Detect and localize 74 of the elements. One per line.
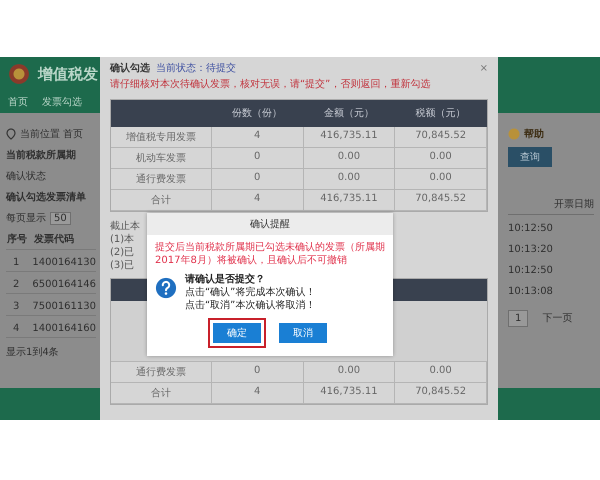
table-cell-text: 10:13:08: [508, 285, 554, 299]
question-text: 请确认是否提交？: [185, 273, 266, 286]
breadcrumb: 当前位置 首页: [20, 128, 84, 141]
location-pin-icon: [6, 128, 16, 140]
table-cell: 合计: [111, 383, 212, 404]
table-cell: 416,735.11: [304, 127, 396, 148]
pager-button[interactable]: 1: [508, 310, 528, 326]
column-header: 发票代码: [34, 232, 74, 246]
column-header: 份数（份）: [212, 100, 304, 127]
nav-item[interactable]: 发票勾选: [42, 95, 82, 109]
table-cell: 机动车发票: [111, 148, 212, 169]
column-header: 金额（元）: [304, 100, 396, 127]
table-cell: 0: [212, 362, 304, 383]
table-cell: 通行费发票: [111, 169, 212, 190]
table-cell: 70,845.52: [395, 383, 487, 404]
table-cell: 0.00: [395, 169, 487, 190]
app-title: 增值税发: [38, 64, 98, 84]
warning-text: 提交后当前税款所属期已勾选未确认的发票（所属期2017年8月）将被确认，且确认后不可撤销: [155, 241, 385, 267]
table-cell-text: 1: [12, 257, 20, 268]
instruction-text: 点击“取消”本次确认将取消！: [185, 299, 316, 312]
emblem-icon: [8, 63, 30, 85]
list-title: 确认勾选发票清单: [6, 190, 87, 204]
table-cell: 1400164160: [32, 323, 96, 334]
table-cell-text: 3: [12, 301, 20, 312]
status-label: 确认状态: [6, 170, 47, 183]
table-cell: 4: [212, 190, 304, 211]
help-link[interactable]: 帮助: [524, 127, 544, 141]
table-cell: 通行费发票: [111, 362, 212, 383]
popup-title: 确认提醒: [147, 213, 393, 235]
table-cell: 70,845.52: [395, 190, 487, 211]
table-cell: 0.00: [395, 362, 487, 383]
table-cell: 0: [212, 169, 304, 190]
table-cell: 0.00: [304, 148, 396, 169]
column-header: 序号: [6, 232, 28, 246]
table-cell-text: 10:12:50: [508, 222, 554, 236]
table-cell: 6500164146: [32, 279, 96, 290]
table-cell: 0.00: [304, 169, 396, 190]
table-cell: 合计: [111, 190, 212, 211]
table-cell-text: 10:12:50: [508, 264, 554, 278]
close-button[interactable]: ×: [480, 62, 488, 74]
dialog-button[interactable]: 取消: [279, 323, 327, 343]
table-cell: 0.00: [395, 148, 487, 169]
table-cell: 416,735.11: [304, 383, 396, 404]
table-cell: 增值税专用发票: [111, 127, 212, 148]
dialog-status: 当前状态：待提交: [156, 62, 236, 75]
table-cell: 70,845.52: [395, 127, 487, 148]
table-cell: 7500161130: [32, 301, 96, 312]
table-cell-text: 2: [12, 279, 20, 290]
list-footer-text: 显示1到4条: [6, 346, 60, 359]
table-cell: 0.00: [304, 362, 396, 383]
table-cell: 4: [212, 383, 304, 404]
table-cell-text: 4: [12, 323, 20, 334]
column-header: 税额（元）: [395, 100, 487, 127]
table-cell: 1400164130: [32, 257, 96, 268]
table-cell: 416,735.11: [304, 190, 396, 211]
page-size-label: 每页显示: [6, 212, 46, 225]
instruction-text: 点击“确认”将完成本次确认！: [185, 286, 316, 299]
note-text: (1)本: [110, 233, 134, 246]
note-text: 截止本: [110, 220, 140, 233]
question-icon: [155, 277, 177, 299]
pager-button[interactable]: 下一页: [536, 309, 578, 327]
table-cell: 4: [212, 127, 304, 148]
nav-item[interactable]: 首页: [8, 95, 28, 109]
period-label: 当前税款所属期: [6, 148, 77, 162]
table-cell: 0: [212, 148, 304, 169]
dialog-title: 确认勾选: [110, 62, 150, 75]
table-cell-text: 10:13:20: [508, 243, 554, 257]
page-size-select[interactable]: 50: [50, 212, 71, 224]
column-header: 开票日期: [508, 197, 594, 215]
note-text: (2)已: [110, 246, 134, 259]
note-text: (3)已: [110, 259, 134, 272]
action-button[interactable]: 查询: [508, 147, 552, 167]
dialog-button[interactable]: 确定: [213, 323, 261, 343]
dialog-notice: 请仔细核对本次待确认发票，核对无误，请“提交”，否则返回，重新勾选: [110, 78, 432, 91]
